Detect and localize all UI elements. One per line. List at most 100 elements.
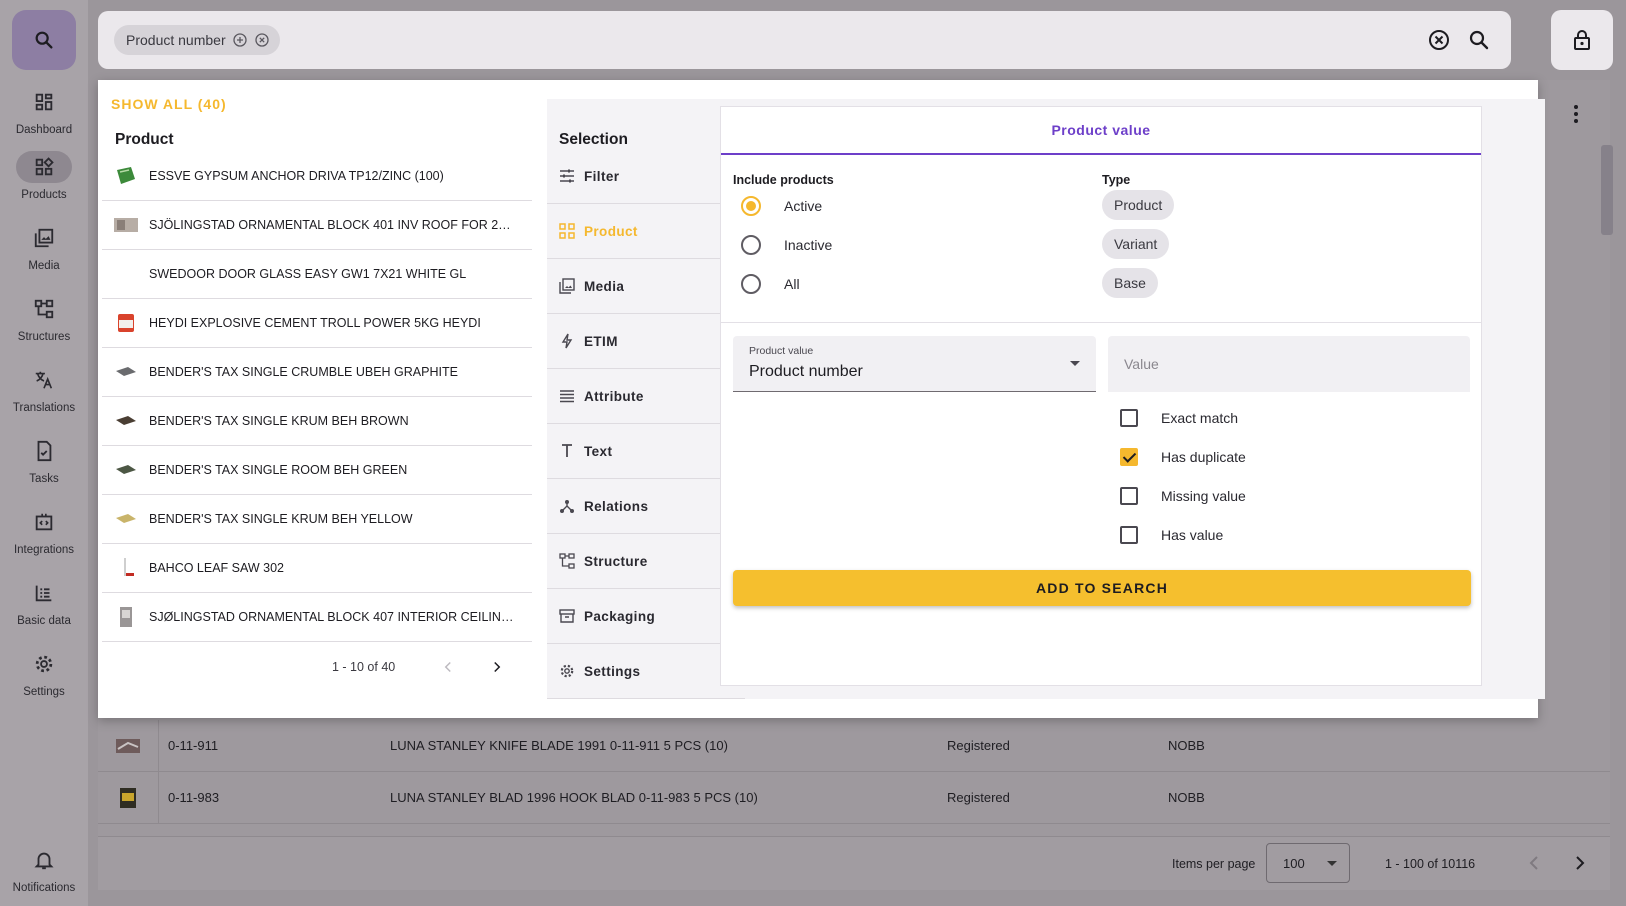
next-page-icon[interactable]: [488, 658, 506, 676]
type-chip-base[interactable]: Base: [1102, 268, 1158, 298]
radio-all[interactable]: All: [741, 274, 800, 294]
nav-integrations[interactable]: Integrations: [0, 506, 88, 556]
selection-item-etim[interactable]: ETIM: [547, 314, 745, 369]
selection-item-text[interactable]: Text: [547, 424, 745, 479]
prev-page-icon[interactable]: [439, 658, 457, 676]
show-all-link[interactable]: SHOW ALL (40): [111, 96, 227, 112]
selection-item-structure[interactable]: Structure: [547, 534, 745, 589]
selection-label: Packaging: [584, 608, 656, 624]
product-thumbnail: [118, 314, 134, 332]
checkbox-has-duplicate[interactable]: Has duplicate: [1120, 448, 1246, 466]
nav-products[interactable]: Products: [0, 151, 88, 201]
search-bar[interactable]: Product number: [98, 11, 1511, 69]
chip-add-icon[interactable]: [232, 32, 248, 48]
list-item[interactable]: SWEDOOR DOOR GLASS EASY GW1 7X21 WHITE G…: [102, 250, 532, 299]
list-item[interactable]: HEYDI EXPLOSIVE CEMENT TROLL POWER 5KG H…: [102, 299, 532, 348]
nav-label: Settings: [23, 686, 65, 698]
list-item[interactable]: BENDER'S TAX SINGLE KRUM BEH BROWN: [102, 397, 532, 446]
list-item[interactable]: BENDER'S TAX SINGLE CRUMBLE UBEH GRAPHIT…: [102, 348, 532, 397]
type-label: Type: [1102, 173, 1131, 187]
add-to-search-button[interactable]: ADD TO SEARCH: [733, 570, 1471, 606]
next-page-icon[interactable]: [1568, 851, 1592, 875]
search-chip[interactable]: Product number: [114, 25, 280, 55]
chip-remove-icon[interactable]: [254, 32, 270, 48]
radio-button[interactable]: [741, 196, 761, 216]
selection-item-media[interactable]: Media: [547, 259, 745, 314]
checkbox[interactable]: [1120, 526, 1138, 544]
nav-label: Translations: [12, 402, 76, 414]
checkbox[interactable]: [1120, 409, 1138, 427]
product-thumbnail: [116, 416, 136, 425]
selection-item-attribute[interactable]: Attribute: [547, 369, 745, 424]
list-item[interactable]: ESSVE GYPSUM ANCHOR DRIVA TP12/ZINC (100…: [102, 152, 532, 201]
value-input[interactable]: [1108, 336, 1470, 392]
tab-product-value[interactable]: Product value: [721, 107, 1481, 155]
type-chip-product[interactable]: Product: [1102, 190, 1175, 220]
list-item[interactable]: BAHCO LEAF SAW 302: [102, 544, 532, 593]
list-item[interactable]: SJÖLINGSTAD ORNAMENTAL BLOCK 401 INV ROO…: [102, 201, 532, 250]
nav-basic-data[interactable]: Basic data: [0, 577, 88, 627]
dashboard-icon: [35, 93, 53, 111]
radio-active[interactable]: Active: [741, 196, 822, 216]
nav-tasks[interactable]: Tasks: [0, 435, 88, 485]
list-item[interactable]: BENDER'S TAX SINGLE KRUM BEH YELLOW: [102, 495, 532, 544]
checkbox-label: Missing value: [1161, 488, 1246, 504]
nav-dashboard[interactable]: Dashboard: [0, 86, 88, 136]
selection-item-product[interactable]: Product: [547, 204, 745, 259]
radio-button[interactable]: [741, 274, 761, 294]
settings-icon: [35, 655, 53, 673]
selection-label: Product: [584, 223, 638, 239]
selection-label: Attribute: [584, 388, 644, 404]
table-footer: Items per page 100 1 - 100 of 10116: [98, 836, 1610, 890]
structure-icon: [559, 553, 575, 569]
checkbox-label: Exact match: [1161, 410, 1239, 426]
checkbox-exact-match[interactable]: Exact match: [1120, 409, 1238, 427]
nav-label: Structures: [17, 331, 71, 343]
clear-search-icon[interactable]: [1427, 28, 1451, 52]
nav-settings[interactable]: Settings: [0, 648, 88, 698]
checkbox-has-value[interactable]: Has value: [1120, 526, 1223, 544]
lock-button[interactable]: [1551, 10, 1613, 70]
dropdown-arrow-icon: [1327, 861, 1337, 866]
items-per-page-select[interactable]: 100: [1266, 843, 1350, 883]
selection-item-relations[interactable]: Relations: [547, 479, 745, 534]
selection-item-settings[interactable]: Settings: [547, 644, 745, 699]
product-list: ESSVE GYPSUM ANCHOR DRIVA TP12/ZINC (100…: [102, 152, 532, 642]
list-item[interactable]: SJØLINGSTAD ORNAMENTAL BLOCK 407 INTERIO…: [102, 593, 532, 642]
product-icon: [559, 223, 575, 239]
product-thumbnail: [116, 738, 140, 753]
product-name: SJÖLINGSTAD ORNAMENTAL BLOCK 401 INV ROO…: [149, 218, 514, 232]
product-name: SJØLINGSTAD ORNAMENTAL BLOCK 407 INTERIO…: [149, 610, 514, 624]
radio-button[interactable]: [741, 235, 761, 255]
checkbox[interactable]: [1120, 487, 1138, 505]
selection-title: Selection: [559, 131, 628, 148]
nav-notifications[interactable]: Notifications: [0, 844, 88, 894]
type-chip-variant[interactable]: Variant: [1102, 229, 1170, 259]
product-value-select[interactable]: Product value Product number: [733, 336, 1096, 392]
nav-structures[interactable]: Structures: [0, 293, 88, 343]
product-name: BENDER'S TAX SINGLE ROOM BEH GREEN: [149, 463, 408, 477]
checkbox-missing-value[interactable]: Missing value: [1120, 487, 1246, 505]
text-icon: [562, 444, 572, 457]
selection-label: Filter: [584, 168, 620, 184]
product-name: BENDER'S TAX SINGLE KRUM BEH YELLOW: [149, 512, 413, 526]
table-row[interactable]: 0-11-911 LUNA STANLEY KNIFE BLADE 1991 0…: [98, 720, 1610, 772]
bolt-icon: [561, 333, 573, 349]
search-button[interactable]: [12, 10, 76, 70]
list-pagination: 1 - 10 of 40: [332, 660, 396, 674]
search-icon[interactable]: [1467, 28, 1491, 52]
scrollbar[interactable]: [1601, 145, 1613, 235]
nav-media[interactable]: Media: [0, 222, 88, 272]
product-list-title: Product: [115, 131, 174, 148]
more-vert-icon[interactable]: [1564, 102, 1588, 126]
list-item[interactable]: BENDER'S TAX SINGLE ROOM BEH GREEN: [102, 446, 532, 495]
nav-translations[interactable]: Translations: [0, 364, 88, 414]
radio-label: Inactive: [784, 237, 833, 253]
selection-item-packaging[interactable]: Packaging: [547, 589, 745, 644]
radio-inactive[interactable]: Inactive: [741, 235, 832, 255]
checkbox[interactable]: [1120, 448, 1138, 466]
checkbox-label: Has duplicate: [1161, 449, 1246, 465]
prev-page-icon[interactable]: [1522, 851, 1546, 875]
selection-item-filter[interactable]: Filter: [547, 149, 745, 204]
table-row[interactable]: 0-11-983 LUNA STANLEY BLAD 1996 HOOK BLA…: [98, 772, 1610, 824]
